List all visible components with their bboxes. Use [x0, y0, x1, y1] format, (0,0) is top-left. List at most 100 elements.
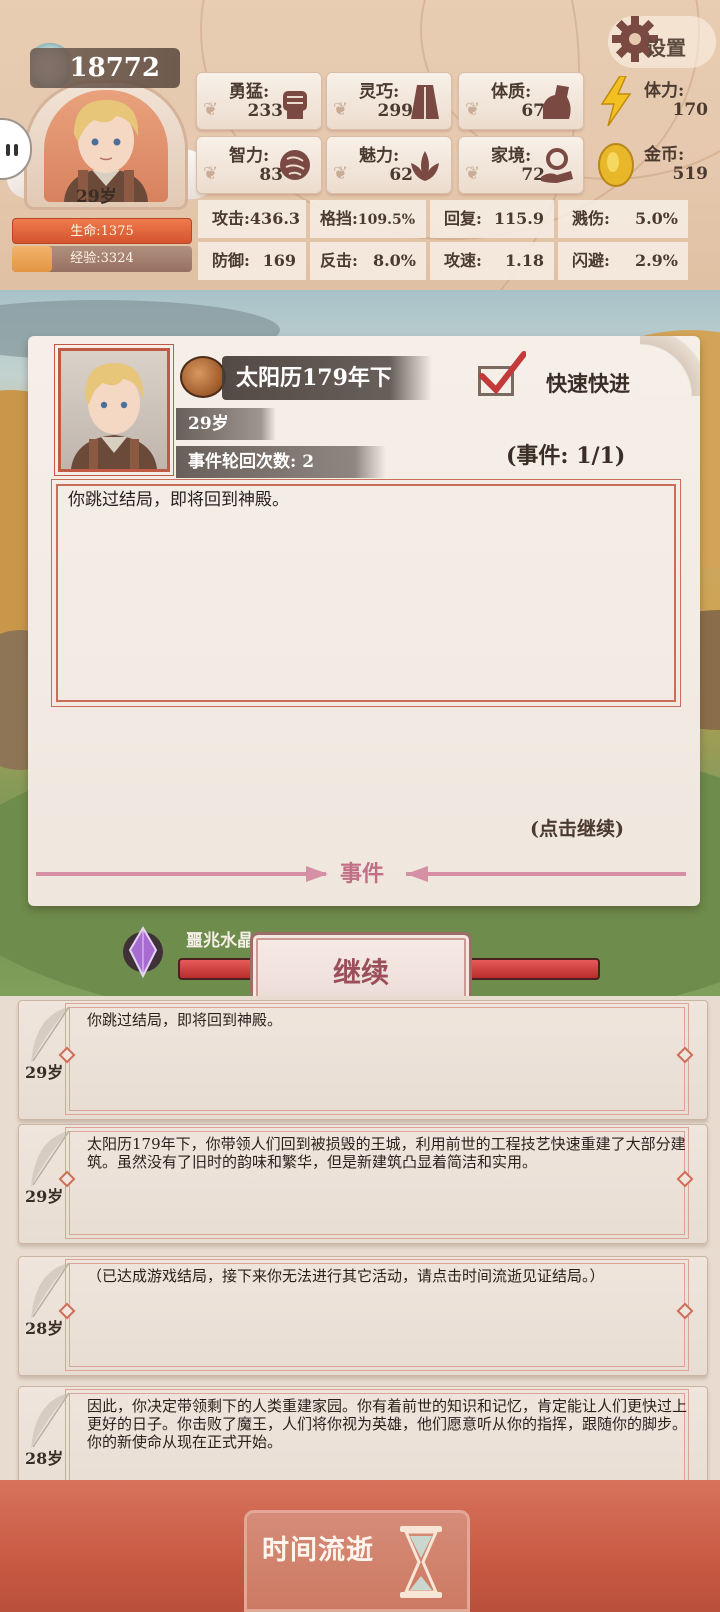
attr-label: 勇猛: [229, 82, 270, 102]
combat-stat-regen: 回复: 115.9 [430, 200, 554, 238]
feather-icon [31, 1392, 70, 1449]
flourish-ornament: ❦ [203, 99, 219, 120]
event-age: 29岁 [176, 408, 276, 440]
log-age: 28岁 [25, 1449, 64, 1468]
combat-stat-label: 溅伤: [572, 209, 610, 228]
attr-label: 家境: [491, 146, 532, 166]
soul-points: 18772 [30, 48, 180, 88]
log-age: 29岁 [25, 1063, 64, 1082]
log-age: 29岁 [25, 1187, 64, 1206]
attr-label: 智力: [229, 146, 270, 166]
attr-value: 83 [259, 165, 283, 185]
attr-card-constitution[interactable]: ❦ 体质: 67 [458, 72, 584, 130]
log-entry: 太阳历179年下，你带领人们回到被损毁的王城，利用前世的工程技艺快速重建了大部分… [18, 1124, 708, 1244]
combat-stat-value: 5.0% [634, 209, 678, 228]
attr-value: 62 [389, 165, 413, 185]
stamina-value: 170 [672, 100, 709, 120]
log-text: 你跳过结局，即将回到神殿。 [87, 1011, 283, 1029]
combat-stat-dodge: 闪避: 2.9% [558, 242, 688, 280]
brain-icon [280, 150, 310, 180]
combat-stat-block: 格挡:109.5% [310, 200, 426, 238]
hp-label: 生命:1375 [70, 224, 134, 239]
event-text-frame [51, 479, 681, 707]
click-continue-hint[interactable]: (点击继续) [530, 814, 624, 841]
quick-forward-label[interactable]: 快速快进 [546, 368, 630, 398]
combat-stat-value: 115.9 [493, 209, 544, 228]
lightning-icon [600, 76, 632, 126]
omen-crystal-label: 噩兆水晶 [186, 931, 254, 951]
event-cycle-count: 事件轮回次数: 2 [176, 446, 386, 478]
omen-crystal-icon [123, 926, 163, 979]
combat-stat-attack: 攻击:436.3 [198, 200, 306, 238]
fist-icon [283, 91, 307, 119]
combat-stat-defense: 防御: 169 [198, 242, 306, 280]
attr-value: 233 [247, 101, 284, 121]
combat-stat-value: 2.9% [634, 251, 678, 270]
bread-season-icon [180, 356, 226, 398]
log-entry: 你跳过结局，即将回到神殿。 29岁 [18, 1000, 708, 1120]
combat-stat-value: 1.18 [505, 251, 544, 270]
arm-icon [543, 85, 571, 119]
combat-stat-splash: 溅伤: 5.0% [558, 200, 688, 238]
combat-stat-counter: 反击: 8.0% [310, 242, 426, 280]
attr-value: 67 [521, 101, 545, 121]
attr-card-family[interactable]: ❦ 家境: 72 [458, 136, 584, 194]
flourish-ornament: ❦ [333, 99, 349, 120]
combat-stat-label: 闪避: [572, 251, 610, 270]
settings-label: 设置 [646, 36, 686, 60]
hp-bar: 生命:1375 [12, 218, 192, 244]
player-age: 29岁 [76, 187, 117, 207]
gold-coin-icon [598, 143, 634, 187]
event-date: 太阳历179年下 [222, 356, 432, 400]
attr-label: 体质: [491, 82, 532, 102]
attr-label: 灵巧: [359, 82, 400, 102]
log-entry: （已达成游戏结局，接下来你无法进行其它活动，请点击时间流逝见证结局。） 28岁 [18, 1256, 708, 1376]
gold-value: 519 [672, 164, 709, 184]
stamina-label: 体力: [644, 81, 685, 101]
xp-bar-fill [12, 246, 52, 272]
log-age: 28岁 [25, 1319, 64, 1338]
log-text: 因此，你决定带领剩下的人类重建家园。你有着前世的知识和记忆，肯定能让人们更快过上… [87, 1397, 688, 1451]
combat-stat-value: 169 [262, 251, 296, 270]
attr-card-valor[interactable]: ❦ 勇猛: 233 [196, 72, 322, 130]
lotus-icon [411, 151, 439, 181]
log-text: 太阳历179年下，你带领人们回到被损毁的王城，利用前世的工程技艺快速重建了大部分… [87, 1135, 686, 1171]
combat-stat-label: 攻击: [212, 209, 250, 228]
time-pass-label[interactable]: 时间流逝 [262, 1528, 374, 1567]
event-counter: (事件: 1/1) [506, 443, 626, 469]
combat-stat-label: 回复: [444, 209, 482, 228]
combat-stat-label: 反击: [320, 251, 358, 270]
paper-curl-ornament [640, 336, 700, 396]
flourish-ornament: ❦ [465, 163, 481, 184]
gold-display: 金币: 519 [594, 136, 712, 194]
attr-card-dexterity[interactable]: ❦ 灵巧: 299 [326, 72, 452, 130]
combat-stat-label: 格挡: [320, 209, 358, 228]
combat-stat-value: 8.0% [372, 251, 416, 270]
gold-label: 金币: [644, 145, 685, 165]
event-title: 事件 [340, 861, 385, 887]
log-entry: 因此，你决定带领剩下的人类重建家园。你有着前世的知识和记忆，肯定能让人们更快过上… [18, 1386, 708, 1480]
attr-value: 299 [377, 101, 414, 121]
flourish-ornament: ❦ [203, 163, 219, 184]
flourish-ornament: ❦ [465, 99, 481, 120]
stamina-display: 体力: 170 [594, 72, 712, 130]
flourish-ornament: ❦ [333, 163, 349, 184]
event-text: 你跳过结局，即将回到神殿。 [68, 490, 289, 510]
attr-label: 魅力: [359, 146, 400, 166]
xp-label: 经验:3324 [70, 251, 134, 266]
event-portrait [54, 344, 174, 476]
attr-card-intelligence[interactable]: ❦ 智力: 83 [196, 136, 322, 194]
combat-stat-label: 攻速: [444, 251, 482, 270]
combat-stat-value: 109.5% [357, 212, 416, 228]
cloak-icon [411, 85, 439, 119]
hourglass-icon [400, 1526, 442, 1598]
life-log[interactable]: 你跳过结局，即将回到神殿。 29岁 太阳历179年下，你带领人们回到被损毁的王城… [0, 996, 720, 1480]
checkmark-icon [479, 351, 526, 395]
attr-card-charm[interactable]: ❦ 魅力: 62 [326, 136, 452, 194]
combat-stat-attack-speed: 攻速: 1.18 [430, 242, 554, 280]
house-hand-icon [541, 148, 573, 183]
combat-stat-label: 防御: [212, 251, 250, 270]
log-text: （已达成游戏结局，接下来你无法进行其它活动，请点击时间流逝见证结局。） [87, 1267, 605, 1285]
combat-stat-value: 436.3 [249, 209, 301, 228]
xp-bar: 经验:3324 [12, 246, 192, 272]
